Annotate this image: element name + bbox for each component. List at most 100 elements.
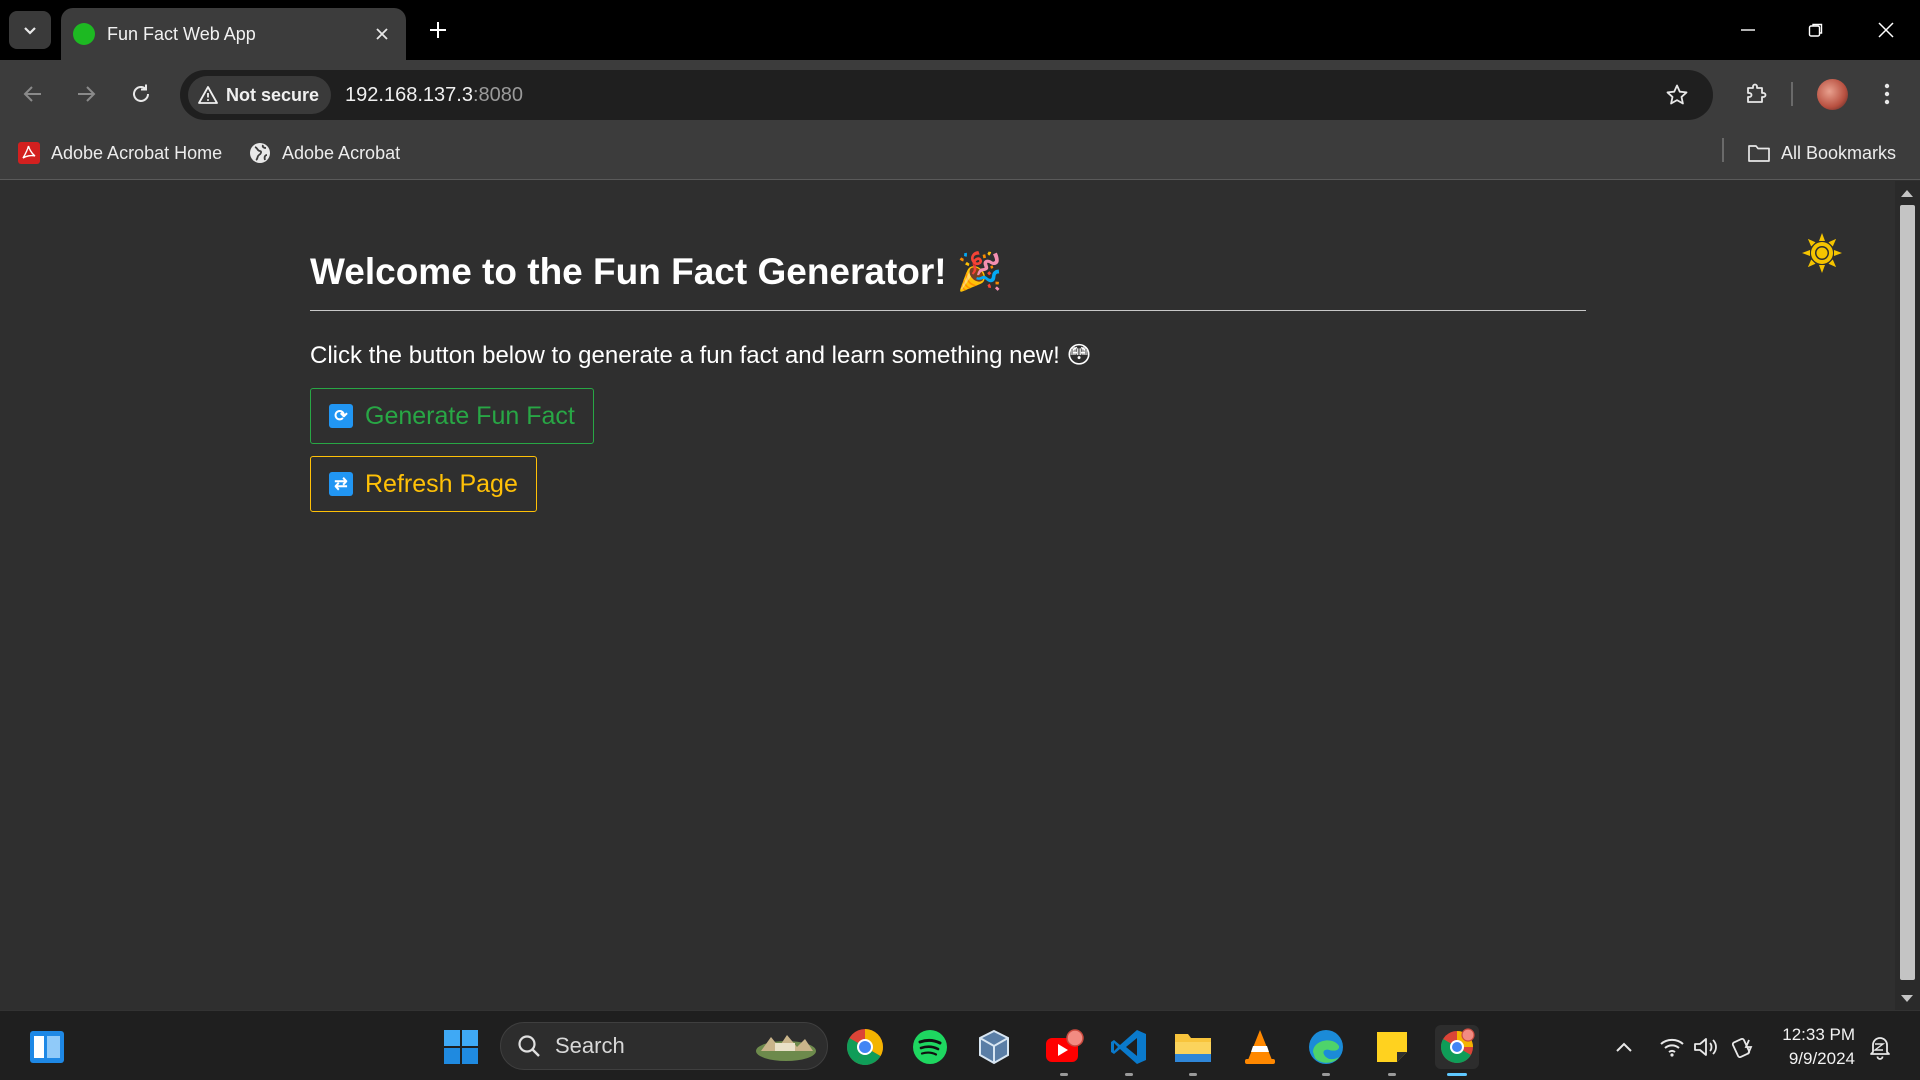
- taskbar-virtualbox[interactable]: [972, 1025, 1016, 1069]
- back-button[interactable]: [15, 76, 51, 112]
- reload-button[interactable]: [123, 76, 159, 112]
- extensions-button[interactable]: [1738, 76, 1774, 112]
- system-clock[interactable]: 12:33 PM 9/9/2024: [1775, 1023, 1855, 1071]
- bookmark-adobe-acrobat[interactable]: Adobe Acrobat: [248, 138, 400, 168]
- theme-toggle-button[interactable]: [1800, 231, 1844, 275]
- bookmarks-divider: [1722, 138, 1724, 162]
- virtualbox-icon: [979, 1029, 1009, 1065]
- address-bar[interactable]: Not secure 192.168.137.3:8080: [180, 70, 1713, 120]
- more-vertical-icon: [1884, 83, 1890, 105]
- taskbar-vscode[interactable]: [1107, 1025, 1151, 1076]
- tab-search-button[interactable]: [9, 11, 51, 49]
- battery-button[interactable]: [1730, 1033, 1758, 1061]
- tab-favicon-icon: [73, 23, 95, 45]
- widgets-icon: [30, 1031, 64, 1063]
- taskbar-youtube[interactable]: [1042, 1025, 1086, 1076]
- battery-charging-icon: [1731, 1037, 1753, 1058]
- refresh-arrows-icon: ⟳: [329, 404, 353, 428]
- taskbar-chrome[interactable]: [843, 1025, 887, 1069]
- running-indicator: [1125, 1073, 1133, 1076]
- bookmark-label: Adobe Acrobat Home: [51, 142, 223, 163]
- star-icon: [1666, 84, 1688, 105]
- bookmark-star-button[interactable]: [1661, 79, 1693, 111]
- wifi-icon: [1660, 1038, 1684, 1057]
- refresh-page-button[interactable]: ⇄ Refresh Page: [310, 456, 537, 512]
- taskbar-file-explorer[interactable]: [1171, 1025, 1215, 1076]
- spotify-icon: [913, 1030, 947, 1064]
- taskbar-sticky-notes[interactable]: [1370, 1025, 1414, 1076]
- taskbar-chrome-active[interactable]: [1435, 1025, 1479, 1076]
- plus-icon: [430, 22, 446, 38]
- chevron-down-icon: [24, 27, 36, 35]
- url-host: 192.168.137.3: [345, 83, 473, 106]
- profile-avatar[interactable]: [1817, 79, 1848, 110]
- running-indicator: [1189, 1073, 1197, 1076]
- new-tab-button[interactable]: [422, 14, 454, 46]
- notifications-button[interactable]: [1866, 1033, 1894, 1061]
- tab-close-button[interactable]: [368, 20, 396, 48]
- taskbar-edge[interactable]: [1304, 1025, 1348, 1076]
- adobe-acrobat-icon: [17, 141, 41, 165]
- volume-button[interactable]: [1692, 1033, 1720, 1061]
- clock-date: 9/9/2024: [1788, 1049, 1855, 1068]
- vscode-icon: [1111, 1030, 1146, 1064]
- network-button[interactable]: [1658, 1033, 1686, 1061]
- windows-taskbar: Search 12:33 PM 9/9/2024: [0, 1010, 1920, 1080]
- search-label: Search: [555, 1033, 625, 1058]
- scroll-up-arrow-icon[interactable]: [1901, 190, 1913, 197]
- all-bookmarks-button[interactable]: All Bookmarks: [1747, 138, 1896, 168]
- forward-arrow-icon: [78, 86, 96, 102]
- page-title: Welcome to the Fun Fact Generator! 🎉: [310, 251, 1586, 311]
- bookmark-label: Adobe Acrobat: [282, 142, 401, 163]
- scroll-thumb[interactable]: [1900, 205, 1915, 980]
- puzzle-icon: [1747, 83, 1767, 103]
- browser-menu-button[interactable]: [1872, 76, 1902, 112]
- running-indicator: [1060, 1073, 1068, 1076]
- running-indicator: [1388, 1073, 1396, 1076]
- tab-strip: Fun Fact Web App: [0, 0, 1920, 60]
- close-icon: [376, 28, 388, 40]
- close-window-icon: [1878, 22, 1894, 38]
- warning-triangle-icon: [198, 86, 218, 104]
- running-indicator: [1447, 1073, 1467, 1076]
- folder-icon: [1747, 141, 1771, 165]
- repeat-icon: ⇄: [329, 472, 353, 496]
- clock-time: 12:33 PM: [1782, 1025, 1855, 1044]
- bookmarks-bar: Adobe Acrobat Home Adobe Acrobat All Boo…: [0, 128, 1920, 180]
- restore-button[interactable]: [1782, 0, 1850, 60]
- vlc-icon: [1245, 1030, 1275, 1064]
- youtube-icon: [1046, 1029, 1084, 1062]
- edge-icon: [1309, 1030, 1343, 1064]
- refresh-button-label: Refresh Page: [365, 469, 518, 498]
- main-container: Welcome to the Fun Fact Generator! 🎉 Cli…: [310, 251, 1586, 512]
- forward-button[interactable]: [68, 76, 104, 112]
- search-highlight-art-icon: [756, 1035, 816, 1061]
- minimize-button[interactable]: [1714, 0, 1782, 60]
- taskbar-search[interactable]: Search: [500, 1022, 828, 1070]
- start-button[interactable]: [439, 1025, 483, 1069]
- generate-button-label: Generate Fun Fact: [365, 401, 575, 430]
- file-explorer-icon: [1175, 1034, 1211, 1062]
- tab-title: Fun Fact Web App: [107, 23, 256, 44]
- taskbar-vlc[interactable]: [1238, 1025, 1282, 1069]
- site-security-chip[interactable]: Not secure: [188, 76, 332, 114]
- page-viewport: Welcome to the Fun Fact Generator! 🎉 Cli…: [0, 181, 1895, 1010]
- globe-icon: [248, 141, 272, 165]
- security-label: Not secure: [226, 84, 320, 105]
- all-bookmarks-label: All Bookmarks: [1781, 142, 1897, 163]
- bookmark-adobe-acrobat-home[interactable]: Adobe Acrobat Home: [17, 138, 222, 168]
- running-indicator: [1322, 1073, 1330, 1076]
- url-port: :8080: [472, 83, 524, 106]
- browser-toolbar: Not secure 192.168.137.3:8080: [0, 60, 1920, 128]
- minimize-icon: [1741, 29, 1755, 31]
- vertical-scrollbar[interactable]: [1895, 181, 1920, 1010]
- generate-fun-fact-button[interactable]: ⟳ Generate Fun Fact: [310, 388, 594, 444]
- restore-icon: [1808, 23, 1823, 37]
- chevron-up-icon: [1616, 1042, 1632, 1052]
- scroll-down-arrow-icon[interactable]: [1901, 995, 1913, 1002]
- widgets-button[interactable]: [25, 1025, 69, 1069]
- taskbar-spotify[interactable]: [908, 1025, 952, 1069]
- show-hidden-icons-button[interactable]: [1610, 1033, 1638, 1061]
- active-tab[interactable]: Fun Fact Web App: [61, 8, 406, 60]
- close-window-button[interactable]: [1852, 0, 1920, 60]
